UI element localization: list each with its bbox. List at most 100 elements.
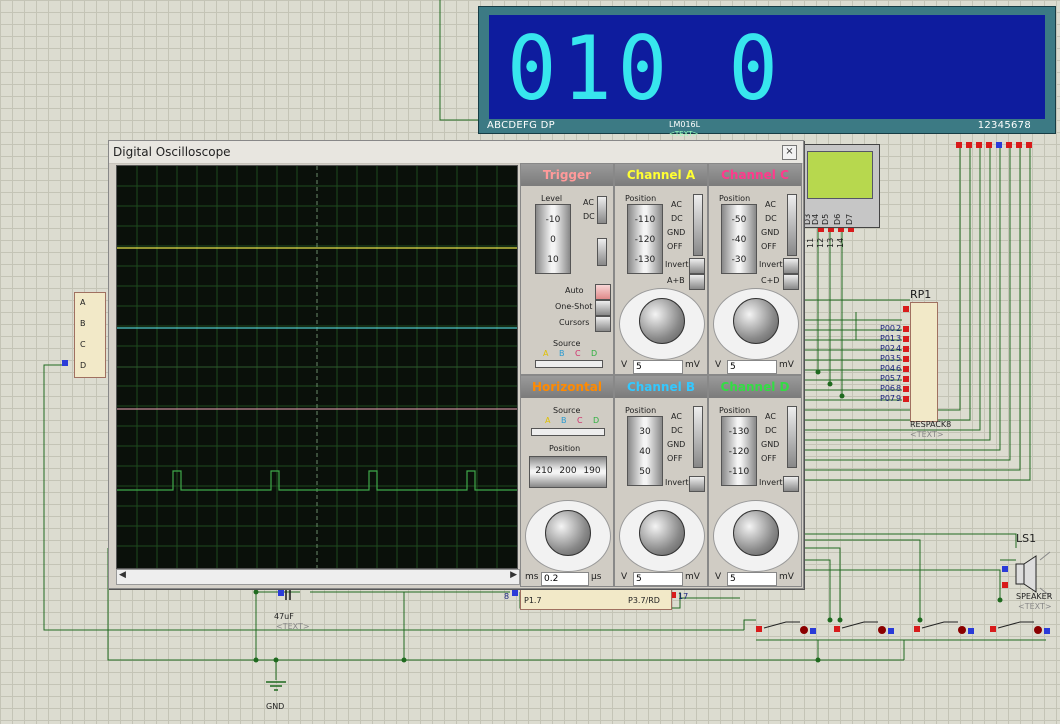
channel-d-dc[interactable]: DC xyxy=(765,426,777,435)
channel-d-off[interactable]: OFF xyxy=(761,454,777,463)
horizontal-scrollbar[interactable]: ◀ ▶ xyxy=(116,569,520,585)
channel-d-coupling-switch[interactable] xyxy=(787,406,797,468)
channel-a-tick-0: -110 xyxy=(634,215,656,225)
channel-d-position-drum[interactable]: -130 -120 -110 xyxy=(721,416,757,486)
channel-d-ac[interactable]: AC xyxy=(765,412,776,421)
seven-segment-display: 010 0 ABCDEFG DP LM016L <TEXT> 12345678 xyxy=(478,6,1056,138)
horizontal-unit-us: µs xyxy=(591,572,602,582)
channel-d-title: Channel D xyxy=(709,376,801,398)
oscilloscope-window: Digital Oscilloscope × ◀ ▶ Trigger Level… xyxy=(108,140,804,589)
channel-c-gnd[interactable]: GND xyxy=(761,228,779,237)
channel-d-volts-input[interactable]: 5 xyxy=(727,572,777,586)
mcu-pin-num-right: 17 xyxy=(678,592,689,601)
channel-c-panel: Channel C Position -50 -40 -30 AC DC GND… xyxy=(708,163,802,375)
channel-a-aplusb-button[interactable] xyxy=(689,274,705,290)
lcd2-pin-d7: D7 xyxy=(845,213,854,225)
trigger-source-c[interactable]: C xyxy=(575,349,581,358)
channel-c-off[interactable]: OFF xyxy=(761,242,777,251)
channel-a-coupling-switch[interactable] xyxy=(693,194,703,256)
horizontal-source-slider[interactable] xyxy=(531,428,605,436)
scroll-left-icon[interactable]: ◀ xyxy=(119,570,126,580)
channel-b-knob[interactable] xyxy=(639,510,685,556)
trigger-cursors-label: Cursors xyxy=(559,318,590,327)
probe-pin-d: D xyxy=(80,361,87,370)
channel-d-tick-2: -110 xyxy=(728,467,750,477)
rp1-pin-label-1: P01 xyxy=(880,334,896,343)
lcd2-pin-d5: D5 xyxy=(821,213,830,225)
channel-b-position-drum[interactable]: 30 40 50 xyxy=(627,416,663,486)
channel-d-invert-label: Invert xyxy=(759,478,783,487)
channel-b-coupling-switch[interactable] xyxy=(693,406,703,468)
channel-c-position-drum[interactable]: -50 -40 -30 xyxy=(721,204,757,274)
channel-c-dc[interactable]: DC xyxy=(765,214,777,223)
trigger-source-slider[interactable] xyxy=(535,360,603,368)
scope-screen xyxy=(116,165,518,569)
channel-d-invert-button[interactable] xyxy=(783,476,799,492)
trigger-panel: Trigger Level -10 0 10 AC DC Auto One-Sh… xyxy=(520,163,614,375)
channel-d-gnd[interactable]: GND xyxy=(761,440,779,449)
horizontal-source-c[interactable]: C xyxy=(577,416,583,425)
rp1-pin-label-2: P02 xyxy=(880,344,896,353)
trigger-level-drum[interactable]: -10 0 10 xyxy=(535,204,571,274)
channel-a-position-drum[interactable]: -110 -120 -130 xyxy=(627,204,663,274)
trigger-oneshot-button[interactable] xyxy=(595,300,611,316)
oscilloscope-title: Digital Oscilloscope xyxy=(113,145,231,159)
channel-a-tick-1: -120 xyxy=(634,235,656,245)
channel-c-coupling-switch[interactable] xyxy=(787,194,797,256)
trigger-coupling-switch[interactable] xyxy=(597,196,607,224)
rp1-pin-num-3: 5 xyxy=(896,354,902,363)
scroll-right-icon[interactable]: ▶ xyxy=(510,570,517,580)
channel-c-ac[interactable]: AC xyxy=(765,200,776,209)
horizontal-time-input[interactable]: 0.2 xyxy=(541,572,589,586)
channel-a-invert-label: Invert xyxy=(665,260,689,269)
channel-b-volts-input[interactable]: 5 xyxy=(633,572,683,586)
channel-b-dc[interactable]: DC xyxy=(671,426,683,435)
channel-b-gnd[interactable]: GND xyxy=(667,440,685,449)
channel-c-volts-input[interactable]: 5 xyxy=(727,360,777,374)
rp1-pin-num-6: 8 xyxy=(896,384,902,393)
channel-c-knob[interactable] xyxy=(733,298,779,344)
channel-a-panel: Channel A Position -110 -120 -130 AC DC … xyxy=(614,163,708,375)
horizontal-source-b[interactable]: B xyxy=(561,416,567,425)
channel-b-invert-button[interactable] xyxy=(689,476,705,492)
rp1-text: <TEXT> xyxy=(910,430,944,439)
channel-a-knob[interactable] xyxy=(639,298,685,344)
mcu-pin-right: P3.7/RD xyxy=(628,596,660,605)
trigger-edge-switch[interactable] xyxy=(597,238,607,266)
small-lcd-screen xyxy=(807,151,873,199)
probe-pin-c: C xyxy=(80,340,86,349)
trigger-auto-label: Auto xyxy=(565,286,584,295)
channel-a-off[interactable]: OFF xyxy=(667,242,683,251)
horizontal-knob[interactable] xyxy=(545,510,591,556)
channel-b-ac[interactable]: AC xyxy=(671,412,682,421)
channel-a-volts-input[interactable]: 5 xyxy=(633,360,683,374)
trigger-cursors-button[interactable] xyxy=(595,316,611,332)
oscilloscope-titlebar[interactable]: Digital Oscilloscope × xyxy=(109,141,803,164)
rp1-pin-label-4: P04 xyxy=(880,364,896,373)
trigger-source-d[interactable]: D xyxy=(591,349,597,358)
channel-c-cplusd-button[interactable] xyxy=(783,274,799,290)
channel-d-position-label: Position xyxy=(719,406,751,415)
display-digits: 010 0 xyxy=(507,18,784,121)
small-lcd: D3 D4 D5 D6 D7 xyxy=(800,144,880,228)
channel-a-ac[interactable]: AC xyxy=(671,200,682,209)
trigger-source-a[interactable]: A xyxy=(543,349,548,358)
channel-a-dc[interactable]: DC xyxy=(671,214,683,223)
close-button[interactable]: × xyxy=(782,145,797,160)
channel-a-invert-button[interactable] xyxy=(689,258,705,274)
horizontal-source-a[interactable]: A xyxy=(545,416,550,425)
channel-b-off[interactable]: OFF xyxy=(667,454,683,463)
trigger-source-b[interactable]: B xyxy=(559,349,565,358)
display-screen: 010 0 xyxy=(489,15,1045,119)
display-text: <TEXT> xyxy=(669,130,699,138)
channel-c-invert-button[interactable] xyxy=(783,258,799,274)
channel-c-position-label: Position xyxy=(719,194,751,203)
horizontal-position-drum[interactable]: 210 200 190 xyxy=(529,456,607,488)
channel-a-gnd[interactable]: GND xyxy=(667,228,685,237)
trigger-tick-1: 0 xyxy=(550,235,556,245)
rp1-pin-num-5: 7 xyxy=(896,374,902,383)
lcd2-num-12: 12 xyxy=(816,237,825,248)
channel-d-knob[interactable] xyxy=(733,510,779,556)
horizontal-source-d[interactable]: D xyxy=(593,416,599,425)
trigger-auto-button[interactable] xyxy=(595,284,611,300)
